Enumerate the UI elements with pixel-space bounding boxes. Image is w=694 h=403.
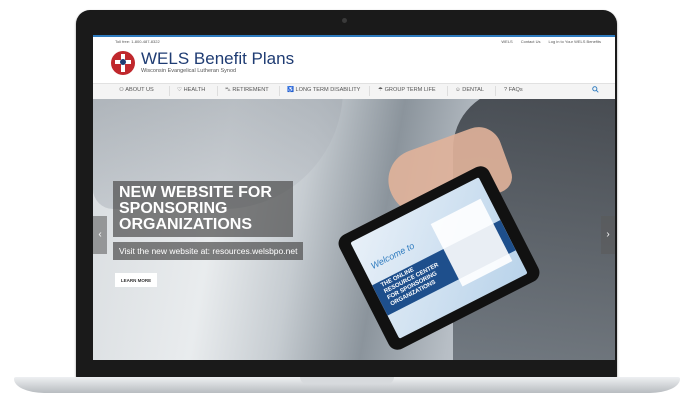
tollfree-phone: Toll free: 1-800-487-8322	[115, 39, 160, 44]
link-login[interactable]: Log in to Your WELS Benefits	[549, 39, 601, 44]
learn-more-button[interactable]: LEARN MORE	[115, 273, 157, 287]
hero-title-box: NEW WEBSITE FOR SPONSORING ORGANIZATIONS	[113, 181, 293, 237]
nav-item-about-us[interactable]: ⚇ ABOUT US	[119, 87, 154, 93]
hero-slider: Welcome to THE ONLINE RESOURCE CENTER FO…	[93, 99, 615, 360]
nav-item-faqs[interactable]: ? FAQs	[504, 87, 523, 93]
smile-icon: ☺	[455, 87, 461, 93]
nav-item-label: HEALTH	[183, 87, 206, 93]
nav-item-label: FAQs	[508, 87, 523, 93]
hero-subtitle-box: Visit the new website at: resources.wels…	[113, 242, 304, 260]
heart-icon: ♡	[177, 87, 183, 93]
slider-prev-button[interactable]: ‹	[93, 216, 107, 254]
nav-divider	[217, 86, 218, 96]
nav-item-dental[interactable]: ☺ DENTAL	[455, 87, 484, 93]
brand-name[interactable]: WELS Benefit Plans	[141, 49, 294, 69]
site-header: WELS Benefit Plans Wisconsin Evangelical…	[93, 47, 615, 81]
camera-icon	[342, 18, 347, 23]
question-icon: ?	[504, 87, 508, 93]
link-wels[interactable]: WELS	[501, 39, 512, 44]
wels-logo[interactable]	[111, 51, 135, 75]
nav-divider	[279, 86, 280, 96]
umbrella-icon: ☂	[378, 87, 384, 93]
search-icon[interactable]	[592, 86, 599, 95]
top-links: WELS Contact Us Log in to Your WELS Bene…	[501, 39, 601, 44]
wheelchair-icon: ♿	[287, 87, 294, 93]
people-icon: ⚇	[119, 87, 125, 93]
slider-next-button[interactable]: ›	[601, 216, 615, 254]
nav-item-label: DENTAL	[462, 87, 484, 93]
nav-item-label: RETIREMENT	[232, 87, 269, 93]
nav-divider	[447, 86, 448, 96]
nav-item-retirement[interactable]: ⛍ RETIREMENT	[225, 87, 269, 94]
nav-item-label: LONG TERM DISABILITY	[295, 87, 361, 93]
chevron-left-icon: ‹	[98, 229, 102, 240]
main-nav: ⚇ ABOUT US ♡ HEALTH ⛍ RETIREMENT ♿ LONG …	[93, 83, 615, 100]
nav-item-long-term-disability[interactable]: ♿ LONG TERM DISABILITY	[287, 87, 360, 93]
nav-item-label: ABOUT US	[125, 87, 154, 93]
nav-divider	[169, 86, 170, 96]
laptop-notch	[300, 377, 394, 384]
top-bar: Toll free: 1-800-487-8322 WELS Contact U…	[93, 35, 615, 47]
chevron-right-icon: ›	[606, 229, 610, 240]
brand-tagline: Wisconsin Evangelical Lutheran Synod	[141, 68, 237, 74]
car-icon: ⛍	[225, 87, 231, 93]
nav-divider	[495, 86, 496, 96]
browser-screen: Toll free: 1-800-487-8322 WELS Contact U…	[93, 35, 615, 360]
hero-title: NEW WEBSITE FOR SPONSORING ORGANIZATIONS	[119, 184, 272, 233]
nav-item-label: GROUP TERM LIFE	[384, 87, 436, 93]
link-contact-us[interactable]: Contact Us	[521, 39, 541, 44]
nav-item-group-term-life[interactable]: ☂ GROUP TERM LIFE	[378, 87, 436, 93]
nav-divider	[369, 86, 370, 96]
nav-item-health[interactable]: ♡ HEALTH	[177, 87, 205, 93]
hero-subtitle: Visit the new website at: resources.wels…	[119, 246, 298, 256]
